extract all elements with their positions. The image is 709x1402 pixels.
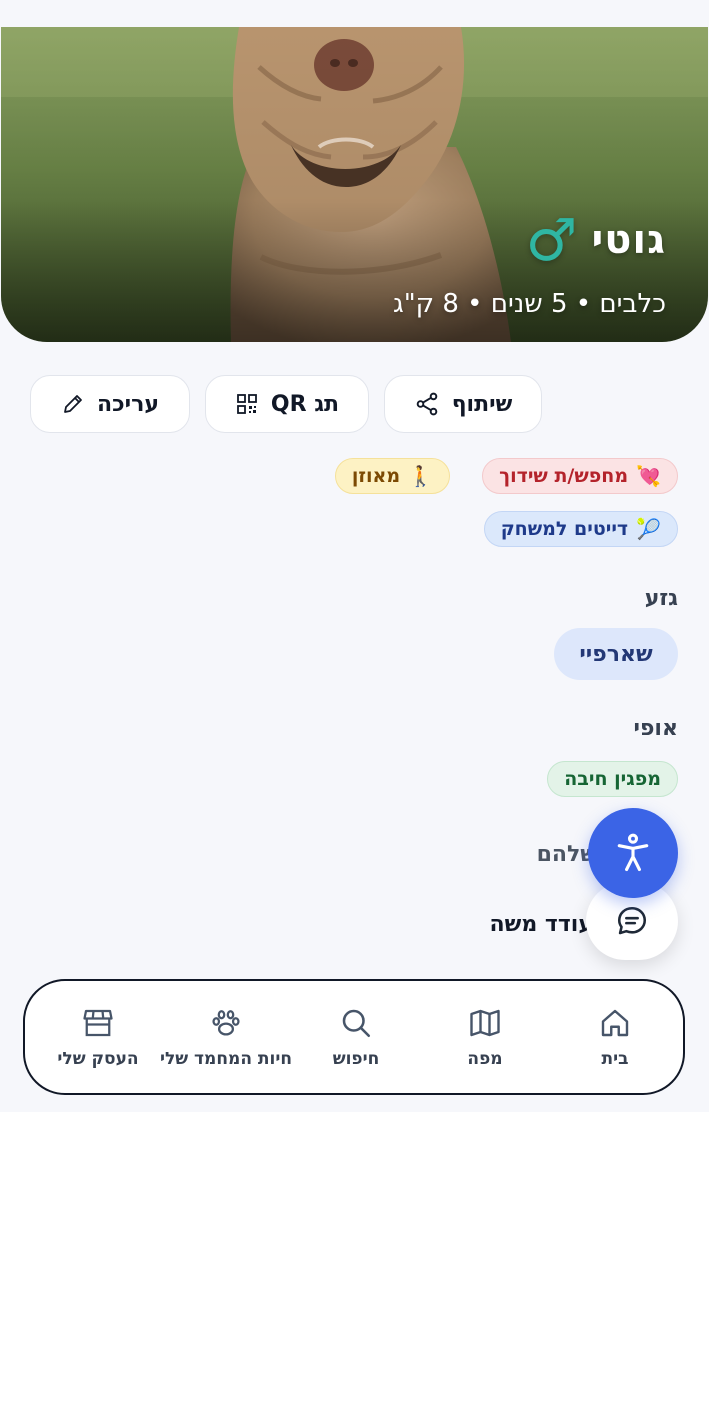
pencil-icon	[64, 395, 82, 413]
qr-tag-button[interactable]: תג QR	[205, 375, 369, 433]
pet-subtitle: כלבים • 5 שנים • 8 ק"ג	[392, 289, 666, 319]
pet-profile-page: גוטי ♂ כלבים • 5 שנים • 8 ק"ג שיתוף תג Q…	[0, 0, 709, 1112]
temperament-title: אופי	[633, 716, 678, 741]
edit-button[interactable]: עריכה	[30, 375, 190, 433]
store-icon	[83, 1009, 113, 1037]
tag-label: מאוזן	[351, 465, 401, 487]
tag-play-dates: 🎾 דייטים למשחק	[483, 511, 678, 547]
temperament-label: מפגין חיבה	[564, 768, 661, 790]
edit-label: עריכה	[97, 391, 159, 417]
owner-name: עודד משה	[489, 912, 593, 937]
nav-label-search: חיפוש	[332, 1049, 380, 1069]
tag-balanced: 🚶 מאוזן	[334, 458, 450, 494]
search-icon	[342, 1009, 371, 1038]
heart-icon: 💘	[636, 464, 661, 488]
nav-item-home[interactable]: בית	[550, 1005, 680, 1069]
pet-name-row: גוטי ♂	[525, 211, 666, 269]
male-gender-icon: ♂	[525, 206, 578, 274]
qr-label: תג QR	[270, 391, 340, 417]
nav-label-my-business: העסק שלי	[57, 1049, 139, 1069]
pet-name: גוטי	[591, 217, 666, 263]
blank-area	[0, 1112, 709, 1402]
home-icon	[601, 1009, 629, 1037]
nav-label-map: מפה	[467, 1049, 503, 1069]
tennis-icon: 🎾	[636, 517, 661, 541]
bottom-navigation: בית מפה חיפוש חיות המחמד שלי העסק שלי	[23, 979, 685, 1095]
share-label: שיתוף	[451, 391, 513, 417]
hero-banner: גוטי ♂ כלבים • 5 שנים • 8 ק"ג	[1, 27, 708, 342]
chat-icon	[617, 906, 647, 935]
nav-item-search[interactable]: חיפוש	[291, 1005, 421, 1069]
qr-code-icon	[237, 394, 257, 414]
tag-looking-for-match: 💘 מחפש/ת שידוך	[482, 458, 678, 494]
nav-label-home: בית	[601, 1049, 629, 1069]
breed-value: שארפיי	[554, 628, 678, 680]
nav-item-map[interactable]: מפה	[420, 1005, 550, 1069]
temperament-chip: מפגין חיבה	[547, 761, 678, 797]
tag-label: דייטים למשחק	[500, 518, 629, 540]
breed-title: גזע	[644, 586, 678, 611]
map-icon	[470, 1009, 500, 1037]
accessibility-button[interactable]	[588, 808, 678, 898]
nav-item-my-business[interactable]: העסק שלי	[33, 1005, 163, 1069]
share-icon	[416, 392, 437, 416]
share-button[interactable]: שיתוף	[384, 375, 542, 433]
nav-item-my-pets[interactable]: חיות המחמד שלי	[159, 1005, 293, 1069]
accessibility-icon	[617, 833, 649, 872]
nav-label-my-pets: חיות המחמד שלי	[159, 1049, 293, 1069]
action-buttons: שיתוף תג QR עריכה	[30, 375, 709, 435]
tag-label: מחפש/ת שידוך	[499, 465, 629, 487]
paw-icon	[212, 1010, 240, 1036]
walking-icon: 🚶	[408, 464, 433, 488]
